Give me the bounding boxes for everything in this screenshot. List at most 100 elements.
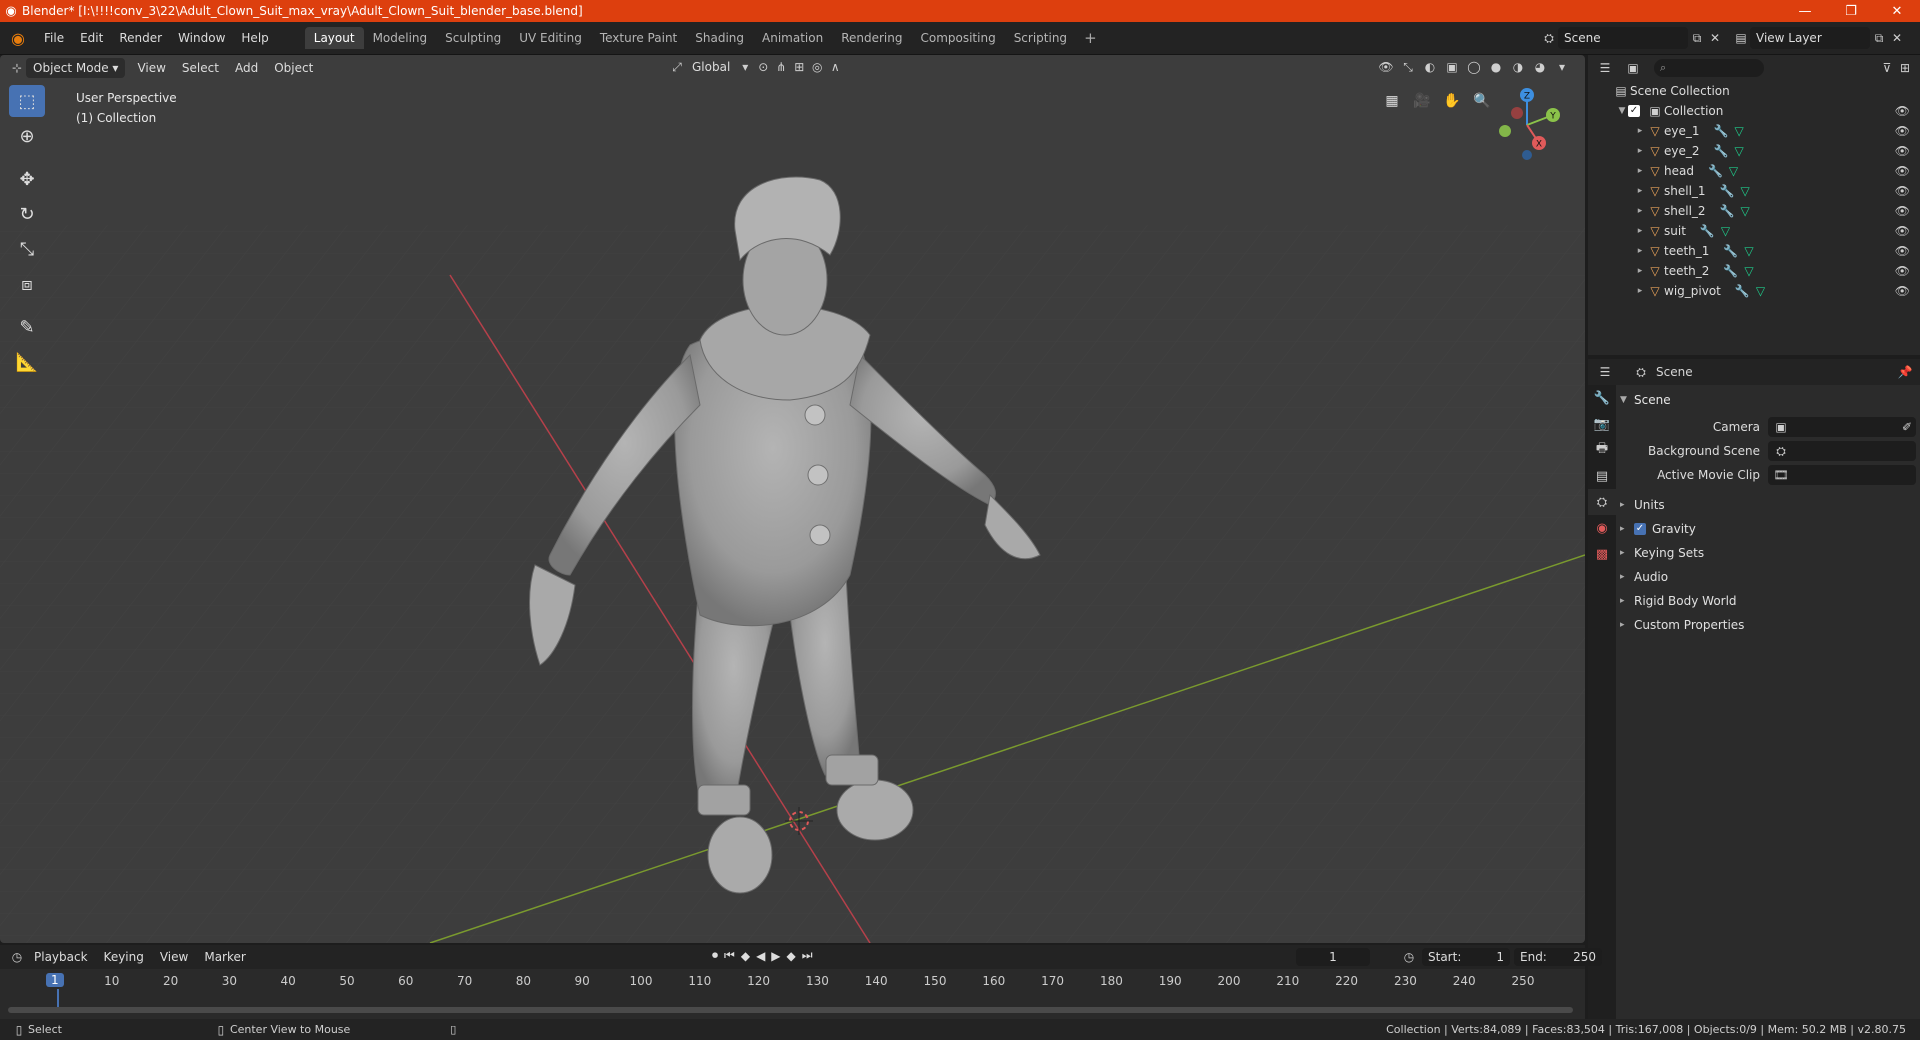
rotate-tool[interactable]: ↻ [9, 198, 45, 230]
expand-triangle-icon[interactable]: ▸ [1620, 548, 1634, 558]
expand-triangle-icon[interactable]: ▸ [1620, 524, 1634, 534]
solid-shading-icon[interactable]: ● [1487, 58, 1505, 76]
keying-sets-panel[interactable]: ▸ Keying Sets [1620, 541, 1916, 565]
expand-triangle-icon[interactable]: ▸ [1634, 146, 1646, 156]
expand-triangle-icon[interactable]: ▸ [1620, 596, 1634, 606]
mesh-data-icon[interactable]: ▽ [1721, 224, 1730, 238]
timeline-scrollbar[interactable] [8, 1007, 1573, 1013]
mesh-data-icon[interactable]: ▽ [1734, 124, 1743, 138]
tab-scripting[interactable]: Scripting [1005, 27, 1076, 49]
new-view-layer-icon[interactable]: ⧉ [1870, 29, 1888, 47]
view-layer-icon[interactable]: ▤ [1732, 29, 1750, 47]
tab-modeling[interactable]: Modeling [364, 27, 437, 49]
pin-icon[interactable]: 📌 [1896, 363, 1914, 381]
expand-triangle-icon[interactable]: ▸ [1620, 572, 1634, 582]
tab-compositing[interactable]: Compositing [911, 27, 1004, 49]
editor-type-icon[interactable]: ⊹ [8, 59, 26, 77]
add-workspace-icon[interactable]: + [1076, 27, 1105, 49]
expand-triangle-icon[interactable]: ▸ [1634, 206, 1646, 216]
eye-icon[interactable]: 👁 [1895, 164, 1910, 178]
maximize-button[interactable]: ❐ [1828, 0, 1874, 22]
close-button[interactable]: ✕ [1874, 0, 1920, 22]
mesh-data-icon[interactable]: ▽ [1741, 184, 1750, 198]
start-frame-field[interactable]: Start: 1 [1422, 948, 1510, 966]
outliner-editor-icon[interactable]: ☰ [1596, 59, 1614, 77]
camera-view-icon[interactable]: 🎥 [1408, 87, 1436, 115]
move-tool[interactable]: ✥ [9, 163, 45, 195]
scene-name-field[interactable]: Scene [1558, 27, 1688, 49]
outliner-item-wig-pivot[interactable]: ▸ ▽ wig_pivot 🔧 ▽ 👁 [1588, 281, 1920, 301]
snap-target-icon[interactable]: ⊞ [790, 58, 808, 76]
output-tab-icon[interactable]: 🖶 [1588, 437, 1616, 463]
material-shading-icon[interactable]: ◑ [1509, 58, 1527, 76]
shading-options-icon[interactable]: ▾ [1553, 58, 1571, 76]
new-scene-icon[interactable]: ⧉ [1688, 29, 1706, 47]
blender-menu-icon[interactable]: ◉ [0, 29, 36, 48]
expand-triangle-icon[interactable]: ▼ [1616, 106, 1628, 116]
modifier-wrench-icon[interactable]: 🔧 [1700, 224, 1715, 238]
collapse-triangle-icon[interactable]: ▼ [1620, 395, 1634, 405]
visibility-icon[interactable]: 👁 [1377, 58, 1395, 76]
filter-icon[interactable]: ⊽ [1878, 59, 1896, 77]
expand-triangle-icon[interactable]: ▸ [1634, 246, 1646, 256]
gravity-panel[interactable]: ▸ ✓ Gravity [1620, 517, 1916, 541]
eye-icon[interactable]: 👁 [1895, 184, 1910, 198]
outliner-item-shell-1[interactable]: ▸ ▽ shell_1 🔧 ▽ 👁 [1588, 181, 1920, 201]
outliner-collection[interactable]: ▼ ✓ ▣ Collection 👁 [1588, 101, 1920, 121]
modifier-wrench-icon[interactable]: 🔧 [1735, 284, 1750, 298]
3d-viewport[interactable]: ⊹ Object Mode ▾ View Select Add Object ⤢… [0, 55, 1585, 943]
tab-animation[interactable]: Animation [753, 27, 832, 49]
expand-triangle-icon[interactable]: ▸ [1634, 286, 1646, 296]
record-icon[interactable]: ⏺ [712, 948, 718, 963]
menu-edit[interactable]: Edit [72, 31, 111, 45]
scene-panel-header[interactable]: ▼ Scene [1620, 389, 1916, 411]
timeline-editor-icon[interactable]: ◷ [8, 948, 26, 966]
proportional-edit-icon[interactable]: ◎ [808, 58, 826, 76]
timeline-ruler[interactable]: 1 10 20 30 40 50 60 70 80 90 100 110 120 130 140 150 16… [8, 971, 1578, 993]
outliner-item-eye-2[interactable]: ▸ ▽ eye_2 🔧 ▽ 👁 [1588, 141, 1920, 161]
modifier-wrench-icon[interactable]: 🔧 [1714, 144, 1729, 158]
measure-tool[interactable]: 📐 [9, 346, 45, 378]
expand-triangle-icon[interactable]: ▸ [1634, 226, 1646, 236]
chevron-down-icon[interactable]: ▾ [736, 58, 754, 76]
pan-view-icon[interactable]: ✋ [1438, 87, 1466, 115]
eye-icon[interactable]: 👁 [1895, 224, 1910, 238]
menu-window[interactable]: Window [170, 31, 233, 45]
timeline-menu-playback[interactable]: Playback [26, 950, 96, 964]
neg-y-axis-handle[interactable] [1499, 125, 1511, 137]
viewport-menu-view[interactable]: View [129, 61, 173, 75]
expand-triangle-icon[interactable]: ▸ [1634, 126, 1646, 136]
mesh-data-icon[interactable]: ▽ [1729, 164, 1738, 178]
modifier-wrench-icon[interactable]: 🔧 [1723, 244, 1738, 258]
scene-icon[interactable]: ⛭ [1540, 29, 1558, 47]
viewport-menu-add[interactable]: Add [227, 61, 266, 75]
expand-triangle-icon[interactable]: ▸ [1620, 500, 1634, 510]
new-collection-icon[interactable]: ⊞ [1896, 59, 1914, 77]
timeline-menu-view[interactable]: View [152, 950, 196, 964]
mesh-data-icon[interactable]: ▽ [1744, 264, 1753, 278]
scale-tool[interactable]: ⤡ [9, 233, 45, 265]
neg-x-axis-handle[interactable] [1511, 107, 1523, 119]
menu-file[interactable]: File [36, 31, 72, 45]
neg-z-axis-handle[interactable] [1522, 150, 1532, 160]
transform-tool[interactable]: ⧈ [9, 268, 45, 300]
audio-panel[interactable]: ▸ Audio [1620, 565, 1916, 589]
mesh-data-icon[interactable]: ▽ [1741, 204, 1750, 218]
modifier-wrench-icon[interactable]: 🔧 [1720, 184, 1735, 198]
jump-start-icon[interactable]: ⏮ [724, 948, 735, 963]
outliner-search-input[interactable]: ⌕ [1654, 59, 1764, 77]
tab-rendering[interactable]: Rendering [832, 27, 911, 49]
end-frame-field[interactable]: End: 250 [1514, 948, 1602, 966]
eye-icon[interactable]: 👁 [1895, 104, 1910, 118]
minimize-button[interactable]: — [1782, 0, 1828, 22]
viewport-menu-select[interactable]: Select [174, 61, 227, 75]
mesh-data-icon[interactable]: ▽ [1756, 284, 1765, 298]
outliner-item-teeth-1[interactable]: ▸ ▽ teeth_1 🔧 ▽ 👁 [1588, 241, 1920, 261]
view-layer-field[interactable]: View Layer [1750, 27, 1870, 49]
delete-scene-icon[interactable]: ✕ [1706, 29, 1724, 47]
view-layer-tab-icon[interactable]: ▤ [1588, 463, 1616, 489]
falloff-icon[interactable]: ∧ [826, 58, 844, 76]
menu-render[interactable]: Render [111, 31, 170, 45]
render-tab-icon[interactable]: 📷 [1588, 411, 1616, 437]
outliner-item-suit[interactable]: ▸ ▽ suit 🔧 ▽ 👁 [1588, 221, 1920, 241]
